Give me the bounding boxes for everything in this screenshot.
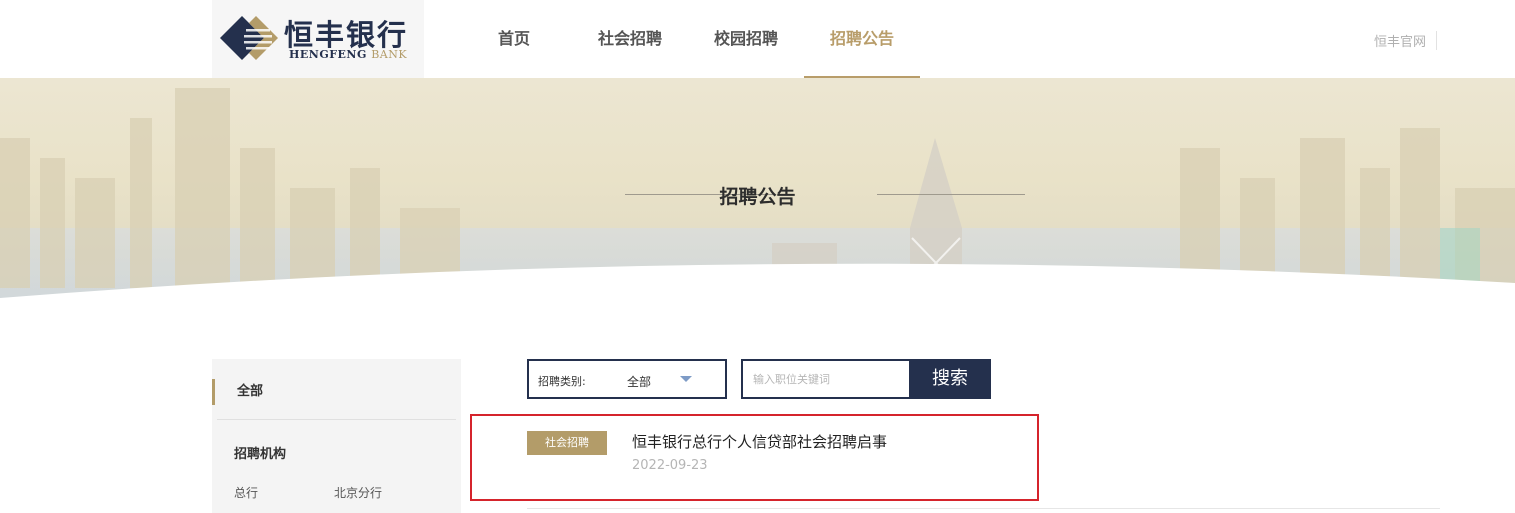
category-select[interactable]: 招聘类别: 全部 (527, 359, 727, 399)
search-field (741, 359, 911, 399)
result-date: 2022-09-23 (632, 458, 708, 473)
official-site-link[interactable]: 恒丰官网 (1374, 31, 1438, 50)
logo[interactable]: 恒丰银行 HENGFENG BANK (212, 0, 424, 78)
search-input[interactable] (743, 361, 911, 397)
result-title[interactable]: 恒丰银行总行个人信贷部社会招聘启事 (632, 431, 887, 452)
nav-campus-recruitment[interactable]: 校园招聘 (688, 0, 804, 78)
category-tag: 社会招聘 (527, 431, 607, 455)
search-button[interactable]: 搜索 (909, 359, 991, 399)
logo-text-en: HENGFENG BANK (289, 48, 408, 61)
main-nav: 首页 社会招聘 校园招聘 招聘公告 (456, 0, 920, 78)
sidebar-item-all[interactable]: 全部 (212, 379, 461, 405)
category-select-value: 全部 (627, 375, 652, 389)
banner: 招聘公告 (0, 78, 1515, 330)
category-select-label: 招聘类别: (538, 375, 586, 388)
result-divider (527, 508, 1440, 509)
nav-recruitment-notices[interactable]: 招聘公告 (804, 0, 920, 78)
page-title: 招聘公告 (719, 186, 796, 208)
header: 恒丰银行 HENGFENG BANK 首页 社会招聘 校园招聘 招聘公告 恒丰官… (0, 0, 1515, 78)
result-item[interactable]: 社会招聘 恒丰银行总行个人信贷部社会招聘启事 2022-09-23 (470, 414, 1039, 501)
sidebar-item-beijing-branch[interactable]: 北京分行 (334, 484, 382, 501)
sidebar-divider (217, 419, 456, 420)
banner-line-right (877, 194, 1025, 195)
chevron-down-icon (680, 376, 692, 382)
nav-social-recruitment[interactable]: 社会招聘 (572, 0, 688, 78)
sidebar-item-head-office[interactable]: 总行 (234, 484, 258, 501)
sidebar: 全部 招聘机构 总行 北京分行 (212, 359, 461, 513)
bank-logo-icon (220, 16, 278, 60)
sidebar-heading-institutions: 招聘机构 (234, 447, 287, 462)
nav-home[interactable]: 首页 (456, 0, 572, 78)
